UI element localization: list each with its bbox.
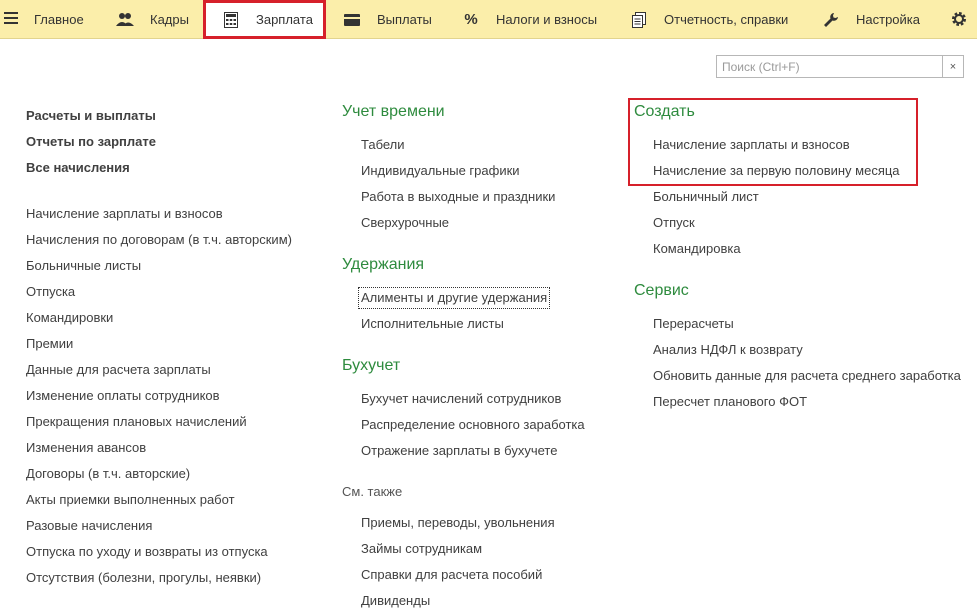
- link-salary-reports[interactable]: Отчеты по зарплате: [26, 134, 156, 150]
- link-absences[interactable]: Отсутствия (болезни, прогулы, неявки): [26, 570, 261, 586]
- calculator-icon: [222, 11, 240, 29]
- link-recalc-planned-payroll[interactable]: Пересчет планового ФОТ: [653, 394, 807, 410]
- percent-icon: %: [464, 11, 478, 28]
- section-create-heading: Создать: [634, 103, 695, 120]
- section-service-heading: Сервис: [634, 282, 689, 299]
- search-box: ×: [716, 55, 964, 78]
- wallet-icon: [343, 11, 361, 29]
- link-parental-leave[interactable]: Отпуска по уходу и возвраты из отпуска: [26, 544, 268, 560]
- link-calc-and-payments[interactable]: Расчеты и выплаты: [26, 108, 156, 124]
- link-contract-accruals[interactable]: Начисления по договорам (в т.ч. авторски…: [26, 232, 292, 248]
- link-salary-data[interactable]: Данные для расчета зарплаты: [26, 362, 211, 378]
- link-acceptance-acts[interactable]: Акты приемки выполненных работ: [26, 492, 235, 508]
- link-pay-changes[interactable]: Изменение оплаты сотрудников: [26, 388, 220, 404]
- link-advance-changes[interactable]: Изменения авансов: [26, 440, 146, 456]
- wrench-icon: [822, 11, 840, 29]
- create-vacation[interactable]: Отпуск: [653, 215, 695, 231]
- link-salary-accrual[interactable]: Начисление зарплаты и взносов: [26, 206, 223, 222]
- link-accruals-accounting[interactable]: Бухучет начислений сотрудников: [361, 391, 561, 407]
- create-sick-leave[interactable]: Больничный лист: [653, 189, 759, 205]
- link-salary-posting[interactable]: Отражение зарплаты в бухучете: [361, 443, 557, 459]
- link-sick-leaves[interactable]: Больничные листы: [26, 258, 141, 274]
- link-writs-of-execution[interactable]: Исполнительные листы: [361, 316, 504, 332]
- link-update-average-earnings[interactable]: Обновить данные для расчета среднего зар…: [653, 368, 961, 384]
- link-employee-loans[interactable]: Займы сотрудникам: [361, 541, 482, 557]
- section-accounting-heading: Бухучет: [342, 357, 401, 374]
- top-menu-bar: Главное Кадры Зарплата Выплаты % Налоги …: [0, 0, 977, 39]
- tab-reports[interactable]: Отчетность, справки: [630, 0, 788, 39]
- link-contracts[interactable]: Договоры (в т.ч. авторские): [26, 466, 190, 482]
- link-hiring-transfers[interactable]: Приемы, переводы, увольнения: [361, 515, 555, 531]
- link-planned-accrual-stops[interactable]: Прекращения плановых начислений: [26, 414, 247, 430]
- link-individual-schedules[interactable]: Индивидуальные графики: [361, 163, 520, 179]
- link-recalculations[interactable]: Перерасчеты: [653, 316, 734, 332]
- section-see-also-heading: См. также: [342, 484, 403, 499]
- tab-settings[interactable]: Настройка: [822, 0, 920, 39]
- section-time-tracking-heading: Учет времени: [342, 103, 445, 120]
- link-bonuses[interactable]: Премии: [26, 336, 73, 352]
- section-deductions-heading: Удержания: [342, 256, 425, 273]
- documents-icon: [630, 11, 648, 29]
- tab-salary[interactable]: Зарплата: [203, 0, 326, 39]
- people-icon: [116, 11, 134, 29]
- link-vacations[interactable]: Отпуска: [26, 284, 75, 300]
- link-business-trips[interactable]: Командировки: [26, 310, 113, 326]
- link-timesheets[interactable]: Табели: [361, 137, 405, 153]
- gear-icon[interactable]: [950, 10, 968, 28]
- search-input[interactable]: [717, 56, 943, 77]
- link-all-accruals[interactable]: Все начисления: [26, 160, 130, 176]
- link-weekend-work[interactable]: Работа в выходные и праздники: [361, 189, 555, 205]
- tab-main[interactable]: Главное: [34, 0, 84, 39]
- tab-taxes[interactable]: % Налоги и взносы: [462, 0, 597, 39]
- link-salary-distribution[interactable]: Распределение основного заработка: [361, 417, 585, 433]
- create-first-half-accrual[interactable]: Начисление за первую половину месяца: [653, 163, 900, 179]
- link-alimony-deductions[interactable]: Алименты и другие удержания: [357, 287, 551, 309]
- link-benefit-certificates[interactable]: Справки для расчета пособий: [361, 567, 542, 583]
- link-dividends[interactable]: Дивиденды: [361, 593, 430, 609]
- link-one-time-accruals[interactable]: Разовые начисления: [26, 518, 152, 534]
- clear-search-button[interactable]: ×: [942, 56, 963, 77]
- main-menu-icon[interactable]: [4, 12, 18, 26]
- link-ndfl-refund-analysis[interactable]: Анализ НДФЛ к возврату: [653, 342, 803, 358]
- tab-payments[interactable]: Выплаты: [343, 0, 432, 39]
- tab-hr[interactable]: Кадры: [116, 0, 189, 39]
- link-overtime[interactable]: Сверхурочные: [361, 215, 449, 231]
- create-business-trip[interactable]: Командировка: [653, 241, 741, 257]
- create-salary-accrual[interactable]: Начисление зарплаты и взносов: [653, 137, 850, 153]
